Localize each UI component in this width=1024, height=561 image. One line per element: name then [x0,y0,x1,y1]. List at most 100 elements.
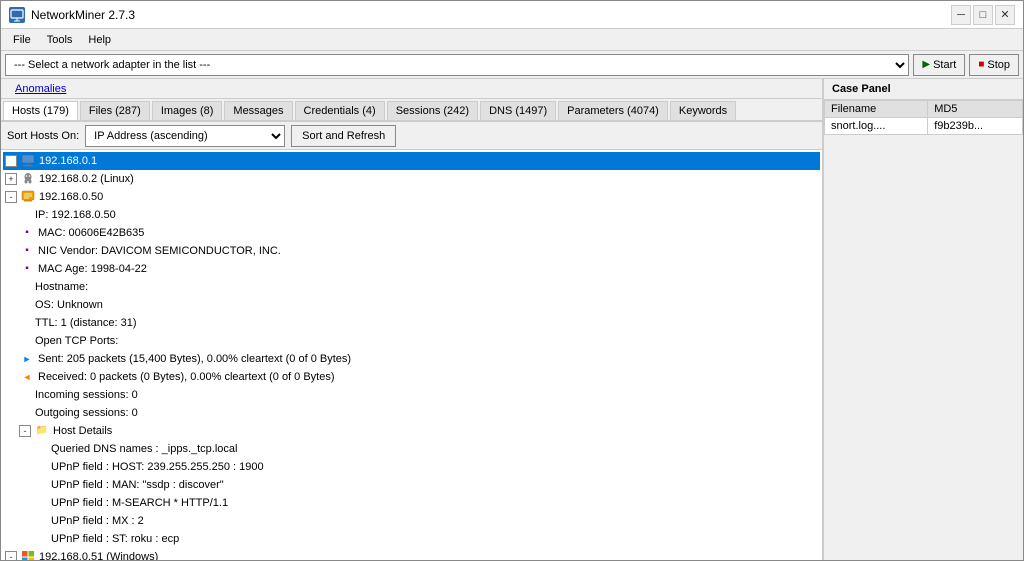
sort-select[interactable]: IP Address (ascending) IP Address (desce… [85,125,285,147]
arrow-left-icon-13: ◄ [19,369,35,385]
menu-bar: File Tools Help [1,29,1023,51]
window-title: NetworkMiner 2.7.3 [31,8,135,22]
tree-text-14: Incoming sessions: 0 [35,387,138,403]
expander-3[interactable]: - [5,191,17,203]
tree-row-3[interactable]: - 192.168.0.50 [3,188,820,206]
tabs-bar: Hosts (179) Files (287) Images (8) Messa… [1,99,822,122]
tree-text-11: Open TCP Ports: [35,333,118,349]
tree-text-17: Queried DNS names : _ipps._tcp.local [51,441,237,457]
tree-row-15[interactable]: Outgoing sessions: 0 [3,404,820,422]
main-window: NetworkMiner 2.7.3 ─ □ ✕ File Tools Help… [0,0,1024,561]
tree-row-4[interactable]: IP: 192.168.0.50 [3,206,820,224]
tree-row-18[interactable]: UPnP field : HOST: 239.255.255.250 : 190… [3,458,820,476]
menu-file[interactable]: File [5,32,39,48]
linux-icon-2 [20,171,36,187]
tree-row-7[interactable]: ▪ MAC Age: 1998-04-22 [3,260,820,278]
tab-messages[interactable]: Messages [224,101,292,120]
start-button[interactable]: ▶ Start [913,54,965,76]
tree-row-8[interactable]: Hostname: [3,278,820,296]
stop-button[interactable]: ■ Stop [969,54,1019,76]
sort-bar: Sort Hosts On: IP Address (ascending) IP… [1,122,822,150]
col-md5: MD5 [928,101,1023,118]
tree-text-1: 192.168.0.1 [39,153,97,169]
case-panel-table: Filename MD5 snort.log.... f9b239b... [824,100,1023,135]
tab-images[interactable]: Images (8) [152,101,223,120]
tree-text-3: 192.168.0.50 [39,189,103,205]
title-bar-left: NetworkMiner 2.7.3 [9,7,135,23]
arrow-right-icon-12: ► [19,351,35,367]
expander-23[interactable]: - [5,551,17,560]
tree-row-1[interactable]: - 192.168.0.1 [3,152,820,170]
tree-text-23: 192.168.0.51 (Windows) [39,549,158,560]
maximize-button[interactable]: □ [973,5,993,25]
tree-text-19: UPnP field : MAN: "ssdp : discover" [51,477,224,493]
tree-row-11[interactable]: Open TCP Ports: [3,332,820,350]
tree-row-13[interactable]: ◄ Received: 0 packets (0 Bytes), 0.00% c… [3,368,820,386]
folder-icon-16: 📁 [34,423,50,439]
case-row-0[interactable]: snort.log.... f9b239b... [825,118,1023,135]
tree-text-10: TTL: 1 (distance: 31) [35,315,137,331]
tab-keywords[interactable]: Keywords [670,101,736,120]
tree-row-9[interactable]: OS: Unknown [3,296,820,314]
main-content: Anomalies Hosts (179) Files (287) Images… [1,79,1023,560]
tree-row-6[interactable]: ▪ NIC Vendor: DAVICOM SEMICONDUCTOR, INC… [3,242,820,260]
tab-parameters[interactable]: Parameters (4074) [558,101,668,120]
tree-text-9: OS: Unknown [35,297,103,313]
adapter-select[interactable]: --- Select a network adapter in the list… [5,54,909,76]
computer-icon-1 [20,153,36,169]
tree-text-12: Sent: 205 packets (15,400 Bytes), 0.00% … [38,351,351,367]
tree-text-13: Received: 0 packets (0 Bytes), 0.00% cle… [38,369,335,385]
app-icon [9,7,25,23]
menu-help[interactable]: Help [80,32,119,48]
tree-row-14[interactable]: Incoming sessions: 0 [3,386,820,404]
tree-row-20[interactable]: UPnP field : M-SEARCH * HTTP/1.1 [3,494,820,512]
tree-row-23[interactable]: - 192.168.0.51 (Windows) [3,548,820,560]
stop-icon: ■ [978,59,984,70]
window-controls: ─ □ ✕ [951,5,1015,25]
adapter-bar: --- Select a network adapter in the list… [1,51,1023,79]
tree-text-5: MAC: 00606E42B635 [38,225,144,241]
sort-label: Sort Hosts On: [7,130,79,142]
tree-row-22[interactable]: UPnP field : ST: roku : ecp [3,530,820,548]
left-panel: Anomalies Hosts (179) Files (287) Images… [1,79,823,560]
play-icon: ▶ [922,59,930,70]
tree-row-2[interactable]: + 192.168.0.2 (Linux) [3,170,820,188]
close-button[interactable]: ✕ [995,5,1015,25]
tree-text-7: MAC Age: 1998-04-22 [38,261,147,277]
tree-row-21[interactable]: UPnP field : MX : 2 [3,512,820,530]
tree-row-12[interactable]: ► Sent: 205 packets (15,400 Bytes), 0.00… [3,350,820,368]
tree-row-19[interactable]: UPnP field : MAN: "ssdp : discover" [3,476,820,494]
col-filename: Filename [825,101,928,118]
tree-text-4: IP: 192.168.0.50 [35,207,116,223]
hosts-tree[interactable]: - 192.168.0.1 + [1,150,822,560]
case-filename-0: snort.log.... [825,118,928,135]
network-icon-3 [20,189,36,205]
expander-16[interactable]: - [19,425,31,437]
tab-files[interactable]: Files (287) [80,101,150,120]
tree-text-21: UPnP field : MX : 2 [51,513,144,529]
tree-text-6: NIC Vendor: DAVICOM SEMICONDUCTOR, INC. [38,243,281,259]
tab-hosts[interactable]: Hosts (179) [3,101,78,122]
tree-text-18: UPnP field : HOST: 239.255.255.250 : 190… [51,459,264,475]
tree-text-2: 192.168.0.2 (Linux) [39,171,134,187]
right-panel: Case Panel Filename MD5 snort.log.... f9… [823,79,1023,560]
mac-icon-5: ▪ [19,225,35,241]
tree-row-5[interactable]: ▪ MAC: 00606E42B635 [3,224,820,242]
tree-row-17[interactable]: Queried DNS names : _ipps._tcp.local [3,440,820,458]
anomalies-tab[interactable]: Anomalies [7,81,74,97]
tab-credentials[interactable]: Credentials (4) [295,101,385,120]
tree-row-10[interactable]: TTL: 1 (distance: 31) [3,314,820,332]
minimize-button[interactable]: ─ [951,5,971,25]
menu-tools[interactable]: Tools [39,32,81,48]
tree-text-15: Outgoing sessions: 0 [35,405,138,421]
case-panel-header: Case Panel [824,79,1023,100]
expander-2[interactable]: + [5,173,17,185]
case-md5-0: f9b239b... [928,118,1023,135]
tab-dns[interactable]: DNS (1497) [480,101,556,120]
expander-1[interactable]: - [5,155,17,167]
tab-sessions[interactable]: Sessions (242) [387,101,478,120]
sort-refresh-button[interactable]: Sort and Refresh [291,125,396,147]
tree-row-16[interactable]: - 📁 Host Details [3,422,820,440]
tree-text-16: Host Details [53,423,112,439]
stop-label: Stop [987,59,1010,71]
